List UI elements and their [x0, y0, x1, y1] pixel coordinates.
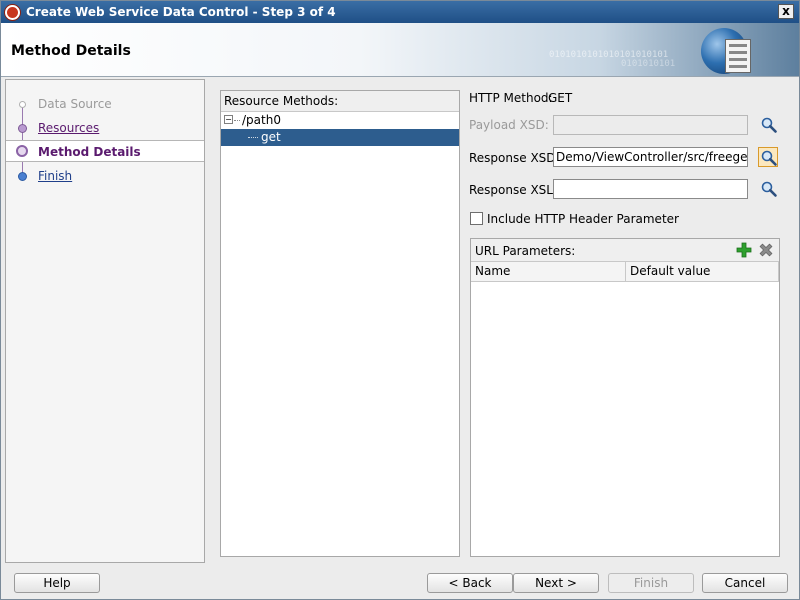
- step-label[interactable]: Resources: [38, 121, 99, 135]
- step-finish[interactable]: Finish: [6, 165, 204, 187]
- page-title: Method Details: [11, 43, 131, 59]
- step-data-source: Data Source: [6, 93, 204, 115]
- resource-methods-panel: Resource Methods: − /path0 get: [220, 90, 460, 557]
- column-header-name[interactable]: Name: [471, 262, 626, 282]
- response-xsl-field[interactable]: [553, 179, 748, 199]
- url-parameters-panel: URL Parameters: Name Default value: [470, 238, 780, 557]
- step-method-details[interactable]: Method Details: [6, 140, 204, 162]
- finish-button: Finish: [608, 573, 694, 593]
- response-xsd-label: Response XSD:: [469, 151, 560, 165]
- http-method-value: GET: [548, 91, 573, 105]
- title-bar[interactable]: Create Web Service Data Control - Step 3…: [1, 1, 799, 23]
- step-resources[interactable]: Resources: [6, 117, 204, 139]
- cancel-button[interactable]: Cancel: [702, 573, 788, 593]
- payload-xsd-field: [553, 115, 748, 135]
- tree-node-path0[interactable]: − /path0: [221, 112, 459, 129]
- response-xsl-search-icon[interactable]: [759, 179, 779, 199]
- delete-icon[interactable]: [758, 242, 774, 258]
- tree-node-get[interactable]: get: [221, 129, 459, 146]
- header-banner: Method Details 0101010101010101010101 01…: [1, 23, 799, 77]
- resource-methods-title: Resource Methods:: [221, 91, 459, 112]
- next-button[interactable]: Next >: [513, 573, 599, 593]
- response-xsl-label: Response XSL:: [469, 183, 558, 197]
- url-parameters-header: URL Parameters:: [471, 239, 779, 262]
- step-current-icon: [16, 145, 28, 157]
- tree-node-label[interactable]: /path0: [242, 113, 281, 127]
- response-xsd-field[interactable]: Demo/ViewController/src/freegeoip.xsd: [553, 147, 748, 167]
- step-dot-icon: [18, 172, 27, 181]
- help-button[interactable]: Help: [14, 573, 100, 593]
- oracle-app-icon: [5, 5, 20, 20]
- window-title: Create Web Service Data Control - Step 3…: [26, 5, 336, 19]
- response-xsd-search-icon[interactable]: [758, 147, 778, 167]
- close-button[interactable]: x: [778, 4, 794, 19]
- column-header-default-value[interactable]: Default value: [626, 262, 779, 282]
- step-dot-icon: [19, 101, 26, 108]
- include-header-checkbox[interactable]: [470, 212, 483, 225]
- wizard-steps-nav: Data Source Resources Method Details Fin…: [5, 79, 205, 563]
- collapse-icon[interactable]: −: [224, 115, 233, 124]
- binary-decoration-2: 0101010101: [621, 59, 676, 69]
- http-method-label: HTTP Method:: [469, 91, 553, 105]
- server-icon: [725, 39, 751, 73]
- step-label[interactable]: Finish: [38, 169, 72, 183]
- add-icon[interactable]: [736, 242, 752, 258]
- tree-node-label[interactable]: get: [261, 130, 281, 144]
- step-label: Data Source: [38, 97, 112, 111]
- include-header-label[interactable]: Include HTTP Header Parameter: [487, 212, 679, 226]
- step-label: Method Details: [38, 145, 141, 159]
- url-parameters-title: URL Parameters:: [475, 244, 576, 258]
- payload-xsd-label: Payload XSD:: [469, 118, 549, 132]
- back-button[interactable]: < Back: [427, 573, 513, 593]
- payload-xsd-search-icon[interactable]: [759, 115, 779, 135]
- wizard-window: Create Web Service Data Control - Step 3…: [0, 0, 800, 600]
- step-dot-icon: [18, 124, 27, 133]
